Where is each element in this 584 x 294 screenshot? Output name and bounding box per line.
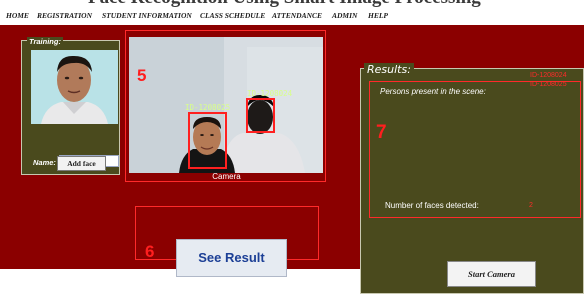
see-result-button[interactable]: See Result: [176, 239, 287, 277]
annotation-5: 5: [137, 66, 147, 85]
add-face-button[interactable]: Add face: [57, 156, 106, 171]
camera-scene-icon: ID-1208025 ID-1208024: [129, 37, 323, 173]
start-camera-button[interactable]: Start Camera: [447, 261, 536, 287]
training-label: Training:: [27, 37, 63, 46]
person-id-1: ID-1208024: [530, 72, 567, 79]
menu-class-schedule[interactable]: CLASS SCHEDULE: [200, 11, 265, 20]
menu-student-information[interactable]: STUDENT INFORMATION: [102, 11, 192, 20]
window-title: Face Recognition Using Smart Image Proce…: [88, 0, 481, 8]
camera-tag-left: ID-1208025: [185, 103, 230, 112]
results-title: Results:: [364, 63, 414, 76]
menu-registration[interactable]: REGISTRATION: [37, 11, 92, 20]
training-face-photo: [31, 50, 118, 124]
faces-detected-label: Number of faces detected:: [385, 201, 479, 210]
camera-tag-right: ID-1208024: [247, 89, 293, 98]
camera-panel: ID-1208025 ID-1208024 Camera: [125, 30, 326, 182]
menu-home[interactable]: HOME: [6, 11, 29, 20]
persons-box: [369, 81, 581, 218]
menu-admin[interactable]: ADMIN: [332, 11, 357, 20]
name-label: Name:: [33, 158, 56, 167]
menu-bar: HOME REGISTRATION STUDENT INFORMATION CL…: [0, 8, 584, 25]
persons-label: Persons present in the scene:: [380, 87, 486, 96]
face-photo-icon: [31, 50, 118, 124]
person-id-2: ID-1208025: [530, 81, 567, 88]
window-title-strip: Face Recognition Using Smart Image Proce…: [0, 0, 584, 8]
menu-attendance[interactable]: ATTENDANCE: [272, 11, 322, 20]
main-area: Training: Name: Add face: [0, 25, 584, 294]
faces-detected-count: 2: [529, 202, 533, 209]
camera-feed: ID-1208025 ID-1208024: [129, 37, 323, 173]
menu-help[interactable]: HELP: [368, 11, 388, 20]
annotation-6: 6: [145, 242, 155, 261]
annotation-7: 7: [376, 122, 387, 143]
camera-label: Camera: [212, 172, 241, 181]
training-panel: Training: Name:: [21, 37, 120, 175]
